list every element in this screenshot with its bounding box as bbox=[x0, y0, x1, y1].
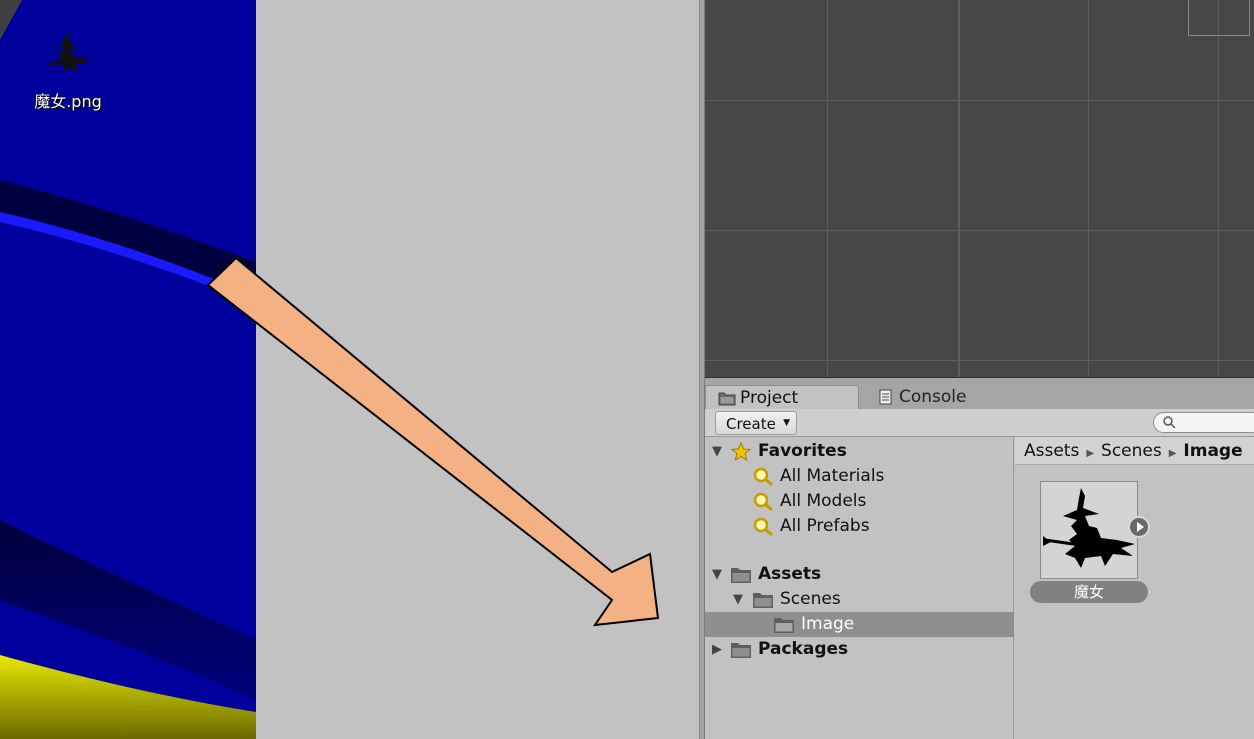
tree-item-packages[interactable]: ▶ Packages bbox=[705, 637, 1014, 662]
panel-tab-bar: Project Console bbox=[705, 383, 1254, 409]
star-icon bbox=[730, 442, 752, 461]
tree-item-assets[interactable]: ▼ Assets bbox=[705, 562, 1014, 587]
collapse-arrow-icon[interactable]: ▶ bbox=[712, 637, 722, 662]
desktop-file-icon[interactable]: 魔女.png bbox=[22, 28, 114, 112]
witch-thumbnail-icon bbox=[47, 32, 90, 72]
asset-thumbnail bbox=[1040, 481, 1138, 579]
grid-line bbox=[1088, 0, 1089, 377]
grid-line bbox=[705, 360, 1254, 361]
project-content-area: Assets ▶ Scenes ▶ Image 魔女 bbox=[1015, 437, 1254, 739]
grid-line bbox=[1218, 0, 1219, 377]
grid-line bbox=[958, 0, 960, 377]
scene-gizmo[interactable] bbox=[1188, 0, 1250, 36]
desktop-area: 魔女.png bbox=[0, 0, 256, 739]
grid-line bbox=[705, 230, 1254, 231]
tree-label: All Models bbox=[780, 491, 867, 511]
expand-arrow-icon[interactable]: ▼ bbox=[733, 587, 743, 612]
create-label: Create bbox=[726, 415, 776, 433]
folder-icon bbox=[774, 618, 794, 633]
breadcrumb-item[interactable]: Assets bbox=[1024, 441, 1079, 461]
grid-line bbox=[827, 0, 828, 377]
expand-asset-button[interactable] bbox=[1128, 516, 1150, 538]
saved-search-icon bbox=[753, 467, 773, 486]
tree-label-packages: Packages bbox=[758, 639, 849, 659]
search-input[interactable] bbox=[1153, 412, 1254, 433]
folder-icon bbox=[753, 593, 773, 608]
tree-label-scenes: Scenes bbox=[780, 589, 841, 609]
tree-item-scenes[interactable]: ▼ Scenes bbox=[705, 587, 1014, 612]
project-folder-tree: ▼ Favorites All Materials All Models All… bbox=[705, 437, 1014, 739]
asset-tile[interactable]: 魔女 bbox=[1030, 481, 1150, 609]
tree-item-image[interactable]: Image bbox=[705, 612, 1014, 637]
tree-label-image: Image bbox=[801, 614, 855, 634]
breadcrumb-separator-icon: ▶ bbox=[1086, 448, 1095, 459]
grid-line bbox=[705, 100, 1254, 101]
console-icon bbox=[879, 389, 892, 405]
empty-workspace bbox=[256, 0, 699, 739]
expand-arrow-icon[interactable]: ▼ bbox=[712, 562, 722, 587]
folder-icon bbox=[731, 568, 751, 583]
scene-view[interactable] bbox=[705, 0, 1254, 377]
tab-project-label: Project bbox=[740, 388, 799, 408]
folder-icon bbox=[731, 643, 751, 658]
tree-label: All Prefabs bbox=[780, 516, 870, 536]
breadcrumb-separator-icon: ▶ bbox=[1168, 448, 1177, 459]
breadcrumb: Assets ▶ Scenes ▶ Image bbox=[1015, 437, 1254, 465]
breadcrumb-item[interactable]: Scenes bbox=[1101, 441, 1162, 461]
search-icon bbox=[1163, 416, 1176, 429]
expand-arrow-icon[interactable]: ▼ bbox=[712, 439, 722, 464]
tab-project[interactable]: Project bbox=[705, 385, 859, 409]
tree-label-assets: Assets bbox=[758, 564, 822, 584]
tree-item-all-prefabs[interactable]: All Prefabs bbox=[705, 514, 1014, 539]
saved-search-icon bbox=[753, 517, 773, 536]
tree-label: All Materials bbox=[780, 466, 885, 486]
project-panel: Project Console Create ▼ ▼ Favorites All… bbox=[705, 383, 1254, 739]
tree-item-all-models[interactable]: All Models bbox=[705, 489, 1014, 514]
folder-icon bbox=[718, 392, 736, 406]
tree-item-favorites[interactable]: ▼ Favorites bbox=[705, 439, 1014, 464]
tree-label-favorites: Favorites bbox=[758, 441, 847, 461]
dropdown-caret-icon: ▼ bbox=[783, 418, 790, 428]
tab-console[interactable]: Console bbox=[865, 385, 995, 409]
tree-item-all-materials[interactable]: All Materials bbox=[705, 464, 1014, 489]
tab-console-label: Console bbox=[899, 387, 967, 407]
project-toolbar: Create ▼ bbox=[705, 409, 1254, 437]
witch-silhouette-icon bbox=[1043, 488, 1135, 568]
create-dropdown-button[interactable]: Create ▼ bbox=[715, 411, 797, 435]
asset-name: 魔女 bbox=[1030, 581, 1148, 603]
desktop-file-label: 魔女.png bbox=[34, 92, 102, 111]
breadcrumb-item-current[interactable]: Image bbox=[1183, 441, 1242, 461]
saved-search-icon bbox=[753, 492, 773, 511]
